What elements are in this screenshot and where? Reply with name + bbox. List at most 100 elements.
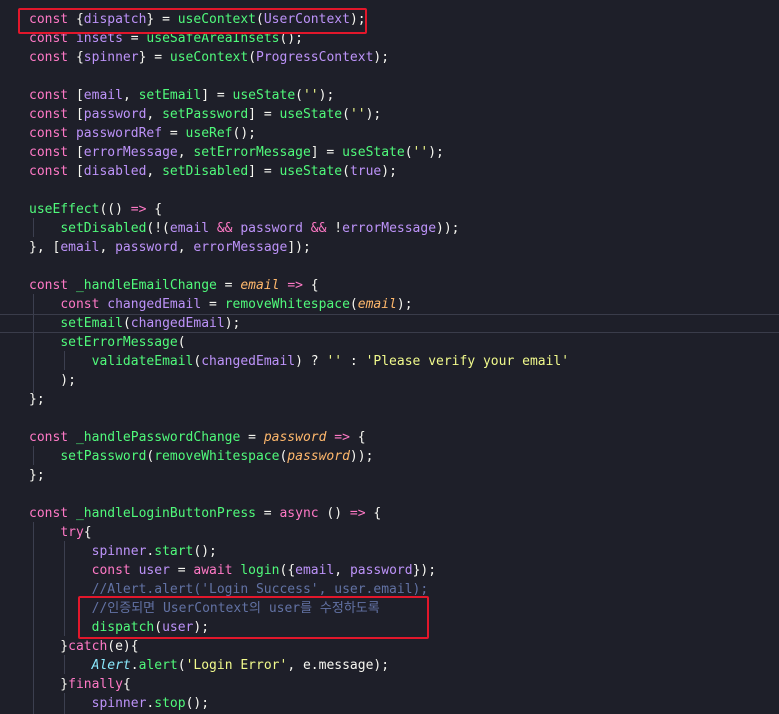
code-token: (); (232, 126, 256, 141)
code-token: ( (177, 658, 186, 673)
code-token: } (29, 639, 69, 654)
code-token: const (29, 506, 76, 521)
code-token: ] = (201, 88, 233, 103)
code-token: spinner (91, 544, 147, 559)
code-token: removeWhitespace (224, 297, 350, 312)
code-token: password (240, 221, 303, 236)
code-line: try{ (0, 523, 779, 542)
code-token: const (29, 88, 76, 103)
code-token: }; (29, 468, 45, 483)
code-token: finally (68, 677, 123, 692)
code-token: password (349, 563, 413, 578)
code-token: ( (295, 88, 303, 103)
code-token: , (99, 240, 116, 255)
code-token: )); (349, 449, 374, 464)
code-token: '' (412, 145, 429, 160)
code-token: Alert (91, 658, 131, 673)
code-token: ); (373, 50, 390, 65)
code-token: = (169, 563, 194, 578)
code-token: useState (279, 164, 343, 179)
code-line: const [email, setEmail] = useState(''); (0, 86, 779, 105)
code-token: (); (185, 696, 210, 711)
code-token: ( (177, 335, 186, 350)
code-token: ( (342, 164, 350, 179)
code-token: ( (404, 145, 413, 160)
code-line: setEmail(changedEmail); (0, 314, 779, 333)
code-line: setDisabled(!(email && password && !erro… (0, 219, 779, 238)
code-token: ProgressContext (256, 50, 374, 65)
code-token: setErrorMessage (60, 335, 178, 350)
code-token: setPassword (60, 449, 147, 464)
code-line: ); (0, 371, 779, 390)
code-line: validateEmail(changedEmail) ? '' : 'Plea… (0, 352, 779, 371)
code-line: spinner.start(); (0, 542, 779, 561)
code-line: useEffect(() => { (0, 200, 779, 219)
code-token: , (334, 563, 350, 578)
code-token: password (287, 449, 350, 464)
code-token: useState (279, 107, 343, 122)
code-token: = (255, 506, 280, 521)
code-line: const passwordRef = useRef(); (0, 124, 779, 143)
code-token: = (201, 297, 225, 312)
code-token: }, [ (29, 240, 61, 255)
code-token: validateEmail (91, 354, 194, 369)
code-token: const (91, 563, 139, 578)
code-token: setEmail (60, 316, 123, 331)
code-token: }; (29, 392, 45, 407)
code-token: ] = (310, 145, 343, 160)
code-token: '' (349, 107, 366, 122)
code-token: { (365, 506, 382, 521)
code-token: password (263, 430, 327, 445)
code-token: { (146, 202, 163, 217)
code-token: { (83, 525, 92, 540)
code-token: useContext (169, 50, 249, 65)
code-token: : (342, 354, 366, 369)
code-token: useEffect (29, 202, 100, 217)
code-editor[interactable]: const {dispatch} = useContext(UserContex… (0, 0, 779, 714)
code-token: }); (412, 563, 437, 578)
code-token: { (349, 430, 366, 445)
code-token: && (310, 221, 327, 236)
code-token: const (29, 145, 76, 160)
code-token: , (177, 145, 194, 160)
code-token: stop (154, 696, 186, 711)
highlight-box-dispatch-call (78, 596, 429, 639)
code-token: => (287, 278, 303, 293)
code-token: ({ (279, 563, 296, 578)
code-token: spinner (83, 50, 139, 65)
code-token: ); (381, 164, 397, 179)
code-line: const changedEmail = removeWhitespace(em… (0, 295, 779, 314)
code-token: )); (436, 221, 460, 236)
code-token: } (29, 677, 69, 692)
code-line: setErrorMessage( (0, 333, 779, 352)
code-token: '' (326, 354, 343, 369)
code-token: 'Login Error' (185, 658, 288, 673)
code-line: }finally{ (0, 675, 779, 694)
code-token: login (240, 563, 280, 578)
code-token: && (216, 221, 233, 236)
code-line: const _handlePasswordChange = password =… (0, 428, 779, 447)
code-token: , e.message); (287, 658, 390, 673)
code-token: ); (318, 88, 335, 103)
code-line: }; (0, 466, 779, 485)
code-line: const _handleEmailChange = email => { (0, 276, 779, 295)
code-token: ); (428, 145, 444, 160)
code-token: ); (29, 373, 76, 388)
code-token: => (334, 430, 350, 445)
code-token: errorMessage (193, 240, 288, 255)
code-token: async (279, 506, 319, 521)
code-token: user (138, 563, 170, 578)
code-token: } = (138, 50, 170, 65)
code-token: [ (75, 88, 84, 103)
code-token: { (122, 677, 131, 692)
code-token: ( (349, 297, 358, 312)
